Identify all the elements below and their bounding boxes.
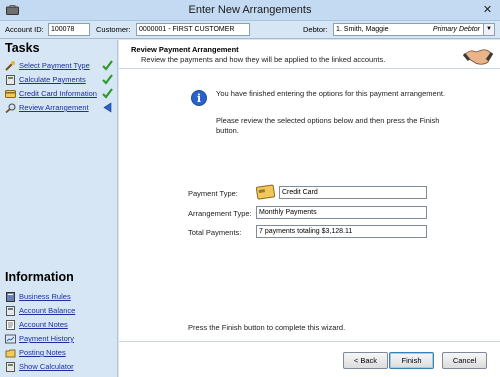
page-header: Review Payment Arrangement Review the pa… xyxy=(119,40,500,69)
close-button[interactable]: ✕ xyxy=(480,3,495,17)
debtor-role: Primary Debtor xyxy=(432,26,480,33)
info-item-label[interactable]: Account Balance xyxy=(19,306,75,315)
total-payments-label: Total Payments: xyxy=(188,228,242,237)
task-label[interactable]: Review Arrangement xyxy=(19,103,89,112)
back-button[interactable]: < Back xyxy=(343,352,388,369)
info-item-label[interactable]: Account Notes xyxy=(19,320,68,329)
calculator-icon xyxy=(6,75,15,85)
info-icon: i xyxy=(191,90,207,106)
wizard-main-panel: Review Payment Arrangement Review the pa… xyxy=(119,40,500,377)
credit-card-icon xyxy=(256,184,276,200)
window-title: Enter New Arrangements xyxy=(188,4,312,16)
information-heading: Information xyxy=(5,270,74,284)
debtor-label: Debtor: xyxy=(303,25,328,34)
total-payments-field: 7 payments totaling $3,128.11 xyxy=(256,225,427,238)
task-select-payment-type[interactable]: Select Payment Type xyxy=(5,60,115,72)
customer-label: Customer: xyxy=(96,25,131,34)
page-subtitle: Review the payments and how they will be… xyxy=(141,55,386,64)
task-calculate-payments[interactable]: Calculate Payments xyxy=(5,74,115,86)
info-item-business-rules[interactable]: Business Rules xyxy=(5,291,115,303)
finish-instructions: Press the Finish button to complete this… xyxy=(188,323,346,332)
account-id-label: Account ID: xyxy=(5,25,44,34)
info-item-label[interactable]: Payment History xyxy=(19,334,74,343)
task-label[interactable]: Credit Card Information xyxy=(19,89,97,98)
tasks-heading: Tasks xyxy=(5,41,40,55)
current-arrow-icon xyxy=(103,102,112,113)
account-info-bar: Account ID: 100078 Customer: 0000001 - F… xyxy=(0,21,500,39)
task-credit-card-information[interactable]: Credit Card Information xyxy=(5,88,115,100)
task-label[interactable]: Select Payment Type xyxy=(19,61,90,70)
payment-type-field: Credit Card xyxy=(279,186,427,199)
page-title: Review Payment Arrangement xyxy=(131,45,239,54)
info-item-label[interactable]: Posting Notes xyxy=(19,348,66,357)
info-item-show-calculator[interactable]: Show Calculator xyxy=(5,361,115,373)
info-item-account-notes[interactable]: Account Notes xyxy=(5,319,115,331)
info-item-posting-notes[interactable]: Posting Notes xyxy=(5,347,115,359)
arrangement-type-label: Arrangement Type: xyxy=(188,209,252,218)
info-item-account-balance[interactable]: Account Balance xyxy=(5,305,115,317)
book-icon xyxy=(6,292,15,302)
posting-notes-icon xyxy=(5,349,16,358)
wand-icon xyxy=(5,61,15,71)
info-item-label[interactable]: Business Rules xyxy=(19,292,71,301)
magnifier-icon xyxy=(5,103,16,113)
cancel-button[interactable]: Cancel xyxy=(442,352,487,369)
wizard-sidebar: Tasks Select Payment Type Calculate Paym… xyxy=(0,40,118,377)
check-icon xyxy=(102,60,113,71)
arrangement-type-field: Monthly Payments xyxy=(256,206,427,219)
button-bar: < Back Finish Cancel xyxy=(119,341,500,377)
calculator-icon xyxy=(6,362,15,372)
chevron-down-icon[interactable]: ▼ xyxy=(483,24,494,35)
debtor-select[interactable]: 1. Smith, Maggie Primary Debtor ▼ xyxy=(333,23,495,36)
check-icon xyxy=(102,88,113,99)
info-item-payment-history[interactable]: Payment History xyxy=(5,333,115,345)
handshake-icon xyxy=(462,49,494,65)
debtor-name: 1. Smith, Maggie xyxy=(336,26,389,33)
payment-type-label: Payment Type: xyxy=(188,189,238,198)
title-bar: Enter New Arrangements ✕ xyxy=(0,0,500,21)
account-id-field[interactable]: 100078 xyxy=(48,23,90,36)
task-label[interactable]: Calculate Payments xyxy=(19,75,86,84)
info-item-label[interactable]: Show Calculator xyxy=(19,362,74,371)
finish-button[interactable]: Finish xyxy=(389,352,434,369)
balance-icon xyxy=(6,306,15,316)
notes-icon xyxy=(6,320,15,330)
history-icon xyxy=(5,334,16,344)
finished-message: You have finished entering the options f… xyxy=(216,89,446,98)
task-review-arrangement[interactable]: Review Arrangement xyxy=(5,102,115,114)
customer-field[interactable]: 0000001 - FIRST CUSTOMER xyxy=(136,23,250,36)
credit-card-icon xyxy=(5,90,16,98)
review-instructions: Please review the selected options below… xyxy=(216,116,440,135)
check-icon xyxy=(102,74,113,85)
